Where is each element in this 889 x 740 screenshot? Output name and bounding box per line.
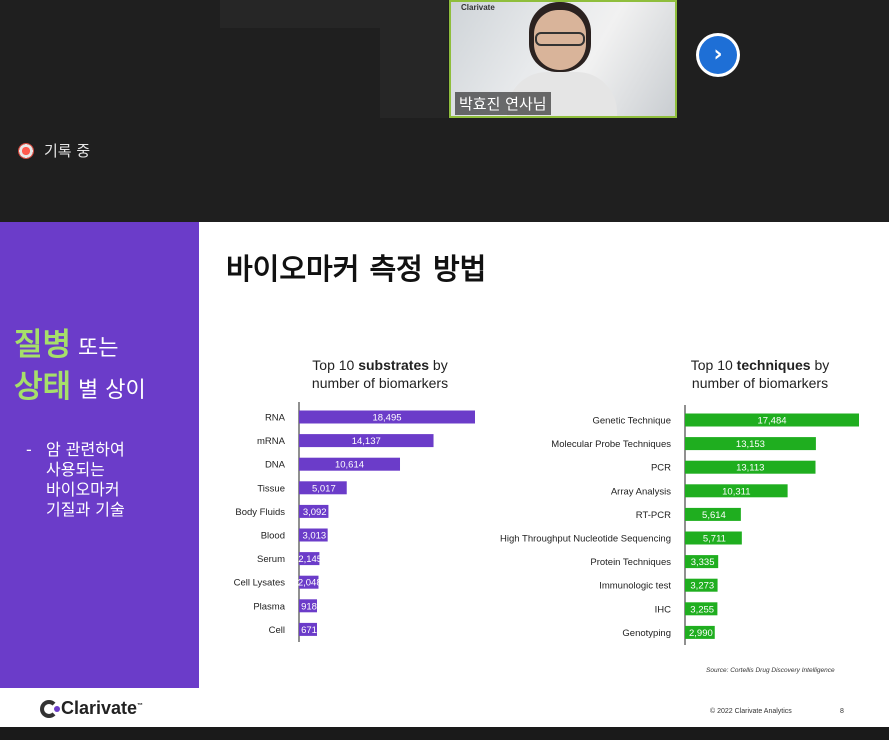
bottom-strip [0, 727, 889, 740]
chart1-title-post: by [429, 357, 448, 373]
substrate-category-label: mRNA [257, 436, 286, 447]
logo-wordmark: Clarivate [61, 698, 138, 718]
bullet-dash: - [26, 440, 32, 459]
chart1-title-bold: substrates [358, 357, 430, 373]
substrate-category-label: Tissue [257, 483, 285, 494]
chart1-title: Top 10 substrates by number of biomarker… [290, 356, 470, 392]
record-icon [18, 142, 34, 159]
substrate-category-label: Blood [261, 531, 285, 542]
bullet-line: 사용되는 [46, 460, 105, 479]
substrate-category-label: Body Fluids [235, 507, 285, 518]
copyright: © 2022 Clarivate Analytics [710, 708, 792, 715]
substrate-value-label: 3,013 [302, 531, 326, 542]
chart2-title-pre: Top 10 [690, 357, 737, 373]
substrate-value-label: 10,614 [335, 460, 364, 471]
technique-value-label: 5,711 [703, 534, 726, 545]
substrate-category-label: DNA [265, 460, 286, 471]
video-tile-empty-2 [380, 28, 448, 118]
substrate-value-label: 5,017 [312, 483, 336, 494]
technique-value-label: 13,113 [736, 463, 764, 474]
technique-category-label: Array Analysis [611, 486, 671, 497]
substrate-category-label: RNA [265, 413, 286, 424]
panel-heading: 질병 또는 상태 별 상이 [14, 326, 146, 410]
chart2-title-bold: techniques [736, 357, 811, 373]
speaker-glasses [535, 32, 585, 46]
technique-category-label: Protein Techniques [590, 557, 671, 568]
speaker-video-tile[interactable]: Clarivate 박효진 연사님 [449, 0, 677, 118]
slide-title: 바이오마커 측정 방법 [226, 252, 487, 286]
logo-text: Clarivate™ [61, 698, 143, 719]
heading-highlight-2: 상태 [14, 369, 72, 405]
technique-category-label: Genotyping [622, 628, 671, 639]
techniques-bar-chart: Genetic Technique 17,484 Molecular Probe T… [500, 405, 859, 645]
chart1-title-pre: Top 10 [312, 357, 359, 373]
shared-slide: 질병 또는 상태 별 상이 - 암 관련하여 사용되는 바이오마커 기질과 기술… [0, 222, 889, 727]
technique-value-label: 10,311 [722, 486, 750, 497]
speaker-name-label: 박효진 연사님 [455, 92, 551, 115]
video-tile-empty [220, 0, 448, 28]
substrates-bar-chart: RNA 18,495 mRNA 14,137 DNA 10,614 Tissue 5,017 B… [234, 402, 475, 642]
chart2-title: Top 10 techniques by number of biomarker… [670, 356, 850, 392]
chevron-right-icon: › [699, 36, 737, 74]
technique-value-label: 2,990 [689, 628, 713, 639]
substrate-value-label: 14,137 [352, 436, 381, 447]
technique-value-label: 5,614 [702, 510, 726, 521]
source-note: Source: Cortellis Drug Discovery Intelli… [706, 667, 835, 674]
screen: Clarivate 박효진 연사님 › 기록 중 질병 또는 상태 별 상이 - [0, 0, 889, 740]
panel-bullet: - 암 관련하여 사용되는 바이오마커 기질과 기술 [26, 440, 125, 520]
substrate-value-label: 2,048 [298, 578, 322, 589]
heading-text-2: 별 상이 [71, 378, 146, 403]
substrate-category-label: Cell [269, 625, 285, 636]
substrate-value-label: 18,495 [372, 413, 401, 424]
technique-value-label: 3,335 [691, 557, 715, 568]
substrate-category-label: Plasma [253, 601, 285, 612]
slide-left-panel: 질병 또는 상태 별 상이 - 암 관련하여 사용되는 바이오마커 기질과 기술 [0, 222, 199, 688]
recording-indicator: 기록 중 [18, 140, 90, 161]
heading-text-1: 또는 [71, 336, 119, 361]
technique-value-label: 3,273 [690, 581, 714, 592]
technique-category-label: Immunologic test [599, 581, 671, 592]
clarivate-logo: Clarivate™ [40, 698, 143, 719]
technique-category-label: RT-PCR [636, 510, 671, 521]
bullet-line: 암 관련하여 [46, 440, 125, 459]
chart1-title-line2: number of biomarkers [311, 375, 449, 391]
substrate-category-label: Serum [257, 554, 285, 565]
substrate-value-label: 3,092 [303, 507, 327, 518]
bullet-line: 기질과 기술 [46, 500, 125, 519]
logo-trademark: ™ [137, 703, 144, 709]
technique-category-label: High Throughput Nucleotide Sequencing [500, 534, 671, 545]
substrate-value-label: 918 [301, 601, 317, 612]
technique-category-label: IHC [655, 604, 672, 615]
chart2-title-post: by [810, 357, 830, 373]
meeting-area: Clarivate 박효진 연사님 › 기록 중 [0, 0, 889, 222]
substrate-value-label: 2,145 [298, 554, 322, 565]
substrate-value-label: 671 [301, 625, 317, 636]
next-participants-button[interactable]: › [696, 33, 740, 77]
bullet-line: 바이오마커 [46, 480, 120, 499]
technique-value-label: 3,255 [690, 604, 714, 615]
technique-category-label: PCR [651, 463, 671, 474]
clarivate-logo-icon [40, 699, 60, 718]
heading-highlight-1: 질병 [14, 327, 72, 363]
technique-category-label: Genetic Technique [592, 416, 671, 427]
technique-value-label: 17,484 [757, 416, 786, 427]
chart2-title-line2: number of biomarkers [691, 375, 829, 391]
technique-value-label: 13,153 [736, 439, 765, 450]
speaker-background-brand: Clarivate [461, 3, 495, 12]
recording-label: 기록 중 [44, 142, 91, 160]
substrate-category-label: Cell Lysates [234, 578, 286, 589]
page-number: 8 [840, 708, 844, 715]
technique-category-label: Molecular Probe Techniques [551, 439, 671, 450]
